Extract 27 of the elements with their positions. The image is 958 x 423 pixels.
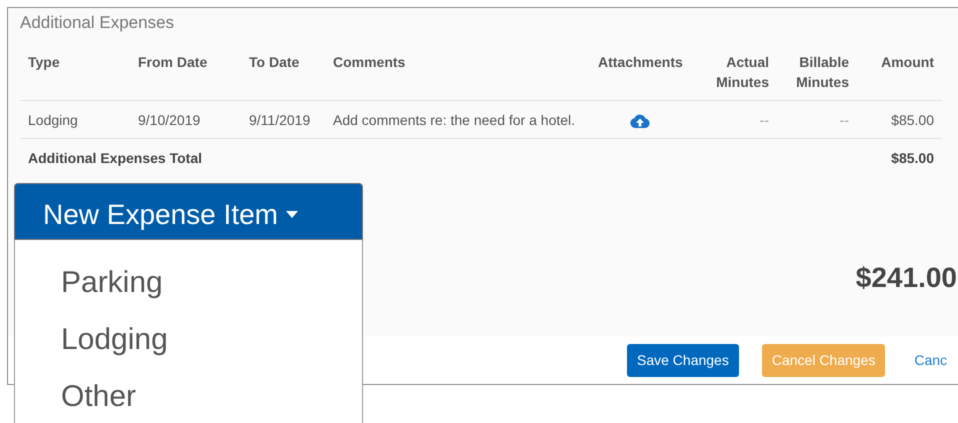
menu-item[interactable]: Parking (15, 254, 362, 311)
table-cell: 9/10/2019 (138, 112, 200, 128)
column-header: Comments (325, 36, 590, 100)
column-header: Billable Minutes (777, 36, 857, 100)
table-cell: Add comments re: the need for a hotel. (333, 112, 576, 128)
cancel-link[interactable]: Canc (914, 344, 948, 376)
save-button[interactable]: Save Changes (627, 344, 739, 376)
table-cell: Lodging (28, 112, 78, 128)
menu-item[interactable]: Lodging (15, 311, 362, 368)
total-amount: $85.00 (891, 150, 934, 166)
new-expense-dropdown[interactable]: New Expense Item (14, 183, 363, 240)
total-label: Additional Expenses Total (28, 150, 202, 166)
table-cell: -- (760, 112, 769, 128)
column-header: Actual Minutes (690, 36, 777, 100)
column-header: Amount (857, 36, 942, 100)
column-header: Type (20, 36, 130, 100)
menu-item[interactable]: Other (15, 368, 362, 423)
section-title: Additional Expenses (19, 12, 176, 34)
table-cell: 9/11/2019 (249, 112, 310, 128)
column-header: To Date (241, 36, 325, 100)
grand-total: $241.00 (856, 262, 957, 294)
cloud-upload-icon[interactable] (630, 112, 650, 128)
caret-icon (286, 211, 298, 218)
column-header: Attachments (590, 36, 690, 100)
column-header: From Date (130, 36, 241, 100)
table-cell: $85.00 (891, 112, 934, 128)
table-cell: -- (840, 112, 849, 128)
